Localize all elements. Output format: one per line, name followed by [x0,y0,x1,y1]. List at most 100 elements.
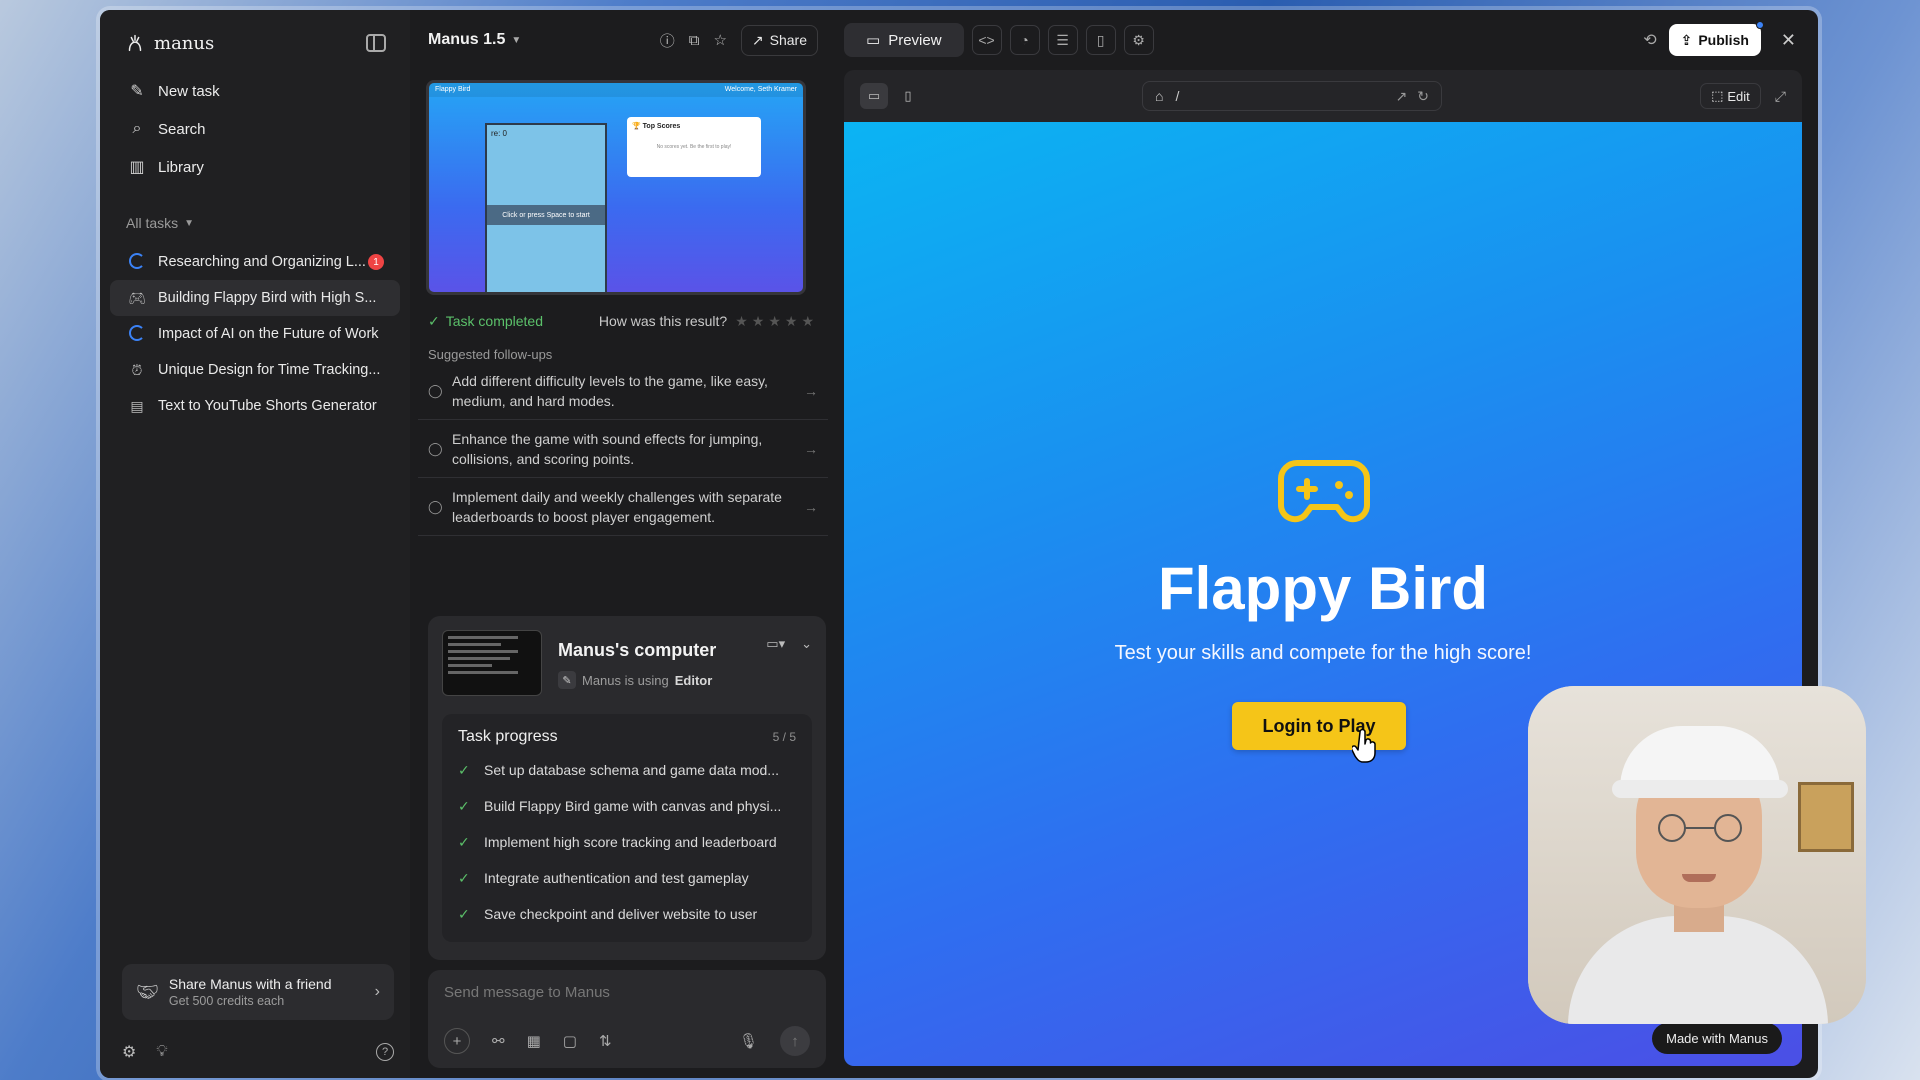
progress-count: 5 / 5 [772,730,796,744]
manus-computer-card: Manus's computer ✎ Manus is using Editor… [428,616,826,960]
new-task-button[interactable]: ✎ New task [110,72,400,110]
thumb-scores-msg: No scores yet. Be the first to play! [656,144,732,150]
monitor-icon[interactable]: ▭▾ [766,636,785,652]
webcam-overlay [1528,686,1866,1024]
add-attachment-icon[interactable]: + [444,1028,470,1054]
fullscreen-icon[interactable]: ⤢ [1775,88,1786,105]
thumb-scores-title: 🏆 Top Scores [632,123,681,130]
desktop-view-icon[interactable]: ▭ [860,83,888,109]
chevron-down-icon[interactable]: ⌄ [801,636,812,652]
task-item[interactable]: Researching and Organizing L... 1 [110,244,400,280]
share-with-friend-card[interactable]: 🤝︎ Share Manus with a friend Get 500 cre… [122,964,394,1020]
help-icon[interactable]: ? [376,1043,394,1061]
library-button[interactable]: ▥ Library [110,148,400,186]
edit-button[interactable]: ⬚ Edit [1700,83,1761,109]
search-button[interactable]: ⌕ Search [110,110,400,148]
header-actions: ⓘ ⧉ ☆ ↗ Share [660,24,818,56]
login-to-play-button[interactable]: Login to Play [1232,702,1406,750]
code-icon[interactable]: <> [971,25,1002,55]
apps-grid-icon[interactable]: ▦ [527,1032,541,1050]
tab-preview[interactable]: ▭ Preview [844,23,964,57]
star-rating-icons[interactable]: ★★★★★ [735,313,818,330]
document-icon: ▤ [130,397,144,414]
library-icon: ▥ [129,159,145,176]
clock-icon: ⏰︎ [131,361,143,378]
hand-cursor-icon [1352,728,1376,763]
rating: How was this result? ★★★★★ [599,313,818,330]
task-item[interactable]: ⏰︎ Unique Design for Time Tracking... [110,352,400,388]
site-subtitle: Test your skills and compete for the hig… [1114,642,1532,664]
progress-item: ✓ Build Flappy Bird game with canvas and … [458,788,796,824]
share-icon: ↗ [751,31,764,48]
share-button[interactable]: ↗ Share [740,24,818,56]
task-label: Unique Design for Time Tracking... [158,362,381,378]
open-external-icon[interactable]: ↗ [1396,88,1408,105]
presenter-mouth [1682,874,1716,882]
sidebar-toggle-icon[interactable] [366,34,386,52]
select-edit-icon: ⬚ [1711,88,1724,103]
status-tool: Editor [674,672,713,688]
preview-thumbnail[interactable]: Flappy Bird Welcome, Seth Kramer re: 0 C… [426,80,806,295]
settings-sliders-icon[interactable]: ⚙︎ [122,1042,136,1062]
wall-picture-frame [1798,782,1854,852]
integrations-icon[interactable]: ⇅ [599,1032,612,1050]
microphone-icon[interactable]: 🎙︎ [739,1032,758,1050]
sidebar-nav: ✎ New task ⌕ Search ▥ Library [110,72,400,186]
check-icon: ✓ [458,905,470,922]
files-icon[interactable]: ▯ [1085,25,1116,55]
task-item[interactable]: ▤ Text to YouTube Shorts Generator [110,388,400,424]
spinner-icon [126,324,148,344]
made-with-badge[interactable]: Made with Manus [1652,1023,1782,1054]
task-label: Building Flappy Bird with High S... [158,290,377,306]
followup-item[interactable]: ◯ Implement daily and weekly challenges … [418,478,828,536]
close-icon[interactable]: ✕ [1781,30,1796,51]
progress-item-text: Set up database schema and game data mod… [484,762,779,778]
url-bar[interactable]: ⌂ / ↗ ↻ [1142,81,1442,111]
chat-header: Manus 1.5 ▼ ⓘ ⧉ ☆ ↗ Share [418,10,828,70]
send-button[interactable]: ↑ [780,1026,810,1056]
preview-label: Preview [888,31,942,49]
thumb-navbar: Flappy Bird Welcome, Seth Kramer [429,83,803,97]
followup-item[interactable]: ◯ Add different difficulty levels to the… [418,362,828,420]
search-icon: ⌕ [132,120,142,137]
thumb-top-scores: 🏆 Top Scores No scores yet. Be the first… [627,117,761,177]
connectors-icon[interactable]: ⚯ [492,1032,505,1050]
publish-button[interactable]: ⇪ Publish [1668,21,1764,56]
task-progress: Task progress 5 / 5 ✓ Set up database sch… [442,714,812,942]
thumb-start-text: Click or press Space to start [487,205,605,225]
lightbulb-icon[interactable]: 💡︎ [156,1043,167,1061]
notification-badge: 1 [368,254,384,270]
check-icon: ✓ [458,833,470,850]
mobile-view-icon[interactable]: ▯ [894,83,922,109]
history-icon[interactable]: ⟲ [1643,30,1656,50]
presenter-glasses [1658,814,1742,842]
check-icon: ✓ [458,761,470,778]
model-selector[interactable]: Manus 1.5 [428,31,505,49]
task-item[interactable]: Impact of AI on the Future of Work [110,316,400,352]
share-label: Share [769,32,807,48]
share-title: Share Manus with a friend [168,976,332,992]
home-icon[interactable]: ⌂ [1155,88,1163,104]
chat-bubble-icon: ◯ [428,440,443,456]
spinner-icon [126,252,148,272]
url-path: / [1175,88,1180,104]
all-tasks-filter[interactable]: All tasks ▼ [110,208,400,238]
message-input[interactable]: Send message to Manus [444,984,810,1001]
gamepad-icon [1277,460,1371,523]
gamepad-icon: 🎮︎ [128,289,146,306]
settings-icon[interactable]: ⚙︎ [1123,25,1154,55]
task-list: Researching and Organizing L... 1 🎮︎ Bui… [110,244,400,424]
database-icon[interactable]: ☰ [1047,25,1078,55]
refresh-icon[interactable]: ↻ [1417,88,1429,105]
computer-screen-thumbnail[interactable] [442,630,542,696]
star-icon[interactable]: ☆ [713,31,726,49]
progress-item-text: Integrate authentication and test gamepl… [484,870,749,886]
followup-item[interactable]: ◯ Enhance the game with sound effects fo… [418,420,828,478]
check-icon: ✓ [458,797,470,814]
info-icon[interactable]: ⓘ [660,30,675,51]
presenter-cap-brim [1612,780,1788,798]
copy-icon[interactable]: ⧉ [689,32,700,49]
chart-icon[interactable]: ◔ [1009,25,1040,55]
task-item-active[interactable]: 🎮︎ Building Flappy Bird with High S... [110,280,400,316]
comment-icon[interactable]: ▢ [563,1032,577,1050]
